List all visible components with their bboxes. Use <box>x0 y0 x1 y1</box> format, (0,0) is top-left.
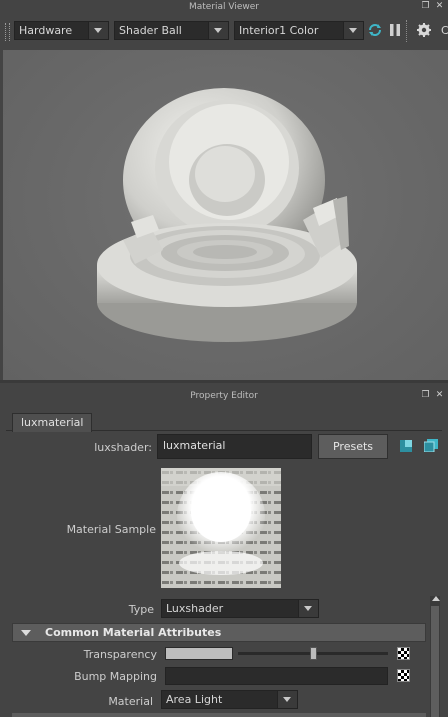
shader-ball-render <box>97 88 357 342</box>
material-dropdown[interactable]: Area Light <box>161 690 298 709</box>
transparency-slider-handle[interactable] <box>310 647 317 660</box>
shader-name-field[interactable]: luxmaterial <box>157 434 312 459</box>
transparency-swatch[interactable] <box>165 647 233 660</box>
toolbar-separator <box>406 20 408 42</box>
scroll-up-icon[interactable] <box>432 596 440 601</box>
toolbar-grip[interactable] <box>5 23 10 41</box>
bump-mapping-field[interactable] <box>165 667 388 685</box>
tab-bar: luxmaterial <box>6 411 442 432</box>
truncated-label: C <box>441 24 448 37</box>
chevron-down-icon <box>298 600 318 617</box>
map-button-icon[interactable] <box>397 669 410 682</box>
next-section-header[interactable] <box>12 713 426 717</box>
renderer-value: Hardware <box>19 24 73 37</box>
common-material-attributes-header[interactable]: Common Material Attributes <box>12 623 426 642</box>
property-editor-titlebar: Property Editor ❐ ✕ <box>0 389 448 403</box>
geometry-value: Shader Ball <box>119 24 182 37</box>
refresh-render-icon[interactable] <box>368 23 382 37</box>
tab-luxmaterial[interactable]: luxmaterial <box>12 413 93 432</box>
geometry-dropdown[interactable]: Shader Ball <box>114 21 229 40</box>
close-window-icon[interactable]: ✕ <box>434 390 445 401</box>
panel-splitter[interactable] <box>0 380 448 383</box>
type-value: Luxshader <box>166 602 224 615</box>
show-output-icon[interactable] <box>424 439 438 452</box>
shader-label: luxshader: <box>94 441 152 454</box>
chevron-down-icon <box>277 691 297 708</box>
show-input-icon[interactable] <box>400 440 412 452</box>
type-label: Type <box>128 603 154 616</box>
section-title: Common Material Attributes <box>45 626 222 639</box>
collapse-triangle-icon <box>21 630 31 636</box>
property-editor-title: Property Editor <box>190 391 258 401</box>
scrollbar-thumb[interactable] <box>431 606 439 717</box>
material-value: Area Light <box>166 693 223 706</box>
chevron-down-icon <box>88 22 108 39</box>
material-label: Material <box>108 695 153 708</box>
material-viewer-title: Material Viewer <box>188 2 260 12</box>
float-window-icon[interactable]: ❐ <box>420 1 431 12</box>
type-dropdown[interactable]: Luxshader <box>161 599 319 618</box>
chevron-down-icon <box>343 22 363 39</box>
close-window-icon[interactable]: ✕ <box>434 1 445 12</box>
environment-dropdown[interactable]: Interior1 Color <box>234 21 364 40</box>
material-sample-swatch[interactable] <box>161 468 281 588</box>
material-viewer-titlebar: Material Viewer ❐ ✕ <box>0 0 448 14</box>
sample-sphere-render <box>161 468 281 588</box>
pause-icon[interactable] <box>388 23 402 37</box>
material-sample-label: Material Sample <box>66 523 156 536</box>
material-preview-viewport[interactable] <box>3 50 448 380</box>
renderer-dropdown[interactable]: Hardware <box>14 21 109 40</box>
map-button-icon[interactable] <box>397 647 410 660</box>
chevron-down-icon <box>208 22 228 39</box>
bump-mapping-label: Bump Mapping <box>74 670 157 683</box>
material-viewer-toolbar: Hardware Shader Ball Interior1 Color C <box>0 14 448 50</box>
float-window-icon[interactable]: ❐ <box>420 390 431 401</box>
transparency-label: Transparency <box>83 648 157 661</box>
presets-button[interactable]: Presets <box>318 434 388 459</box>
gear-icon[interactable] <box>417 23 431 37</box>
environment-value: Interior1 Color <box>239 24 319 37</box>
